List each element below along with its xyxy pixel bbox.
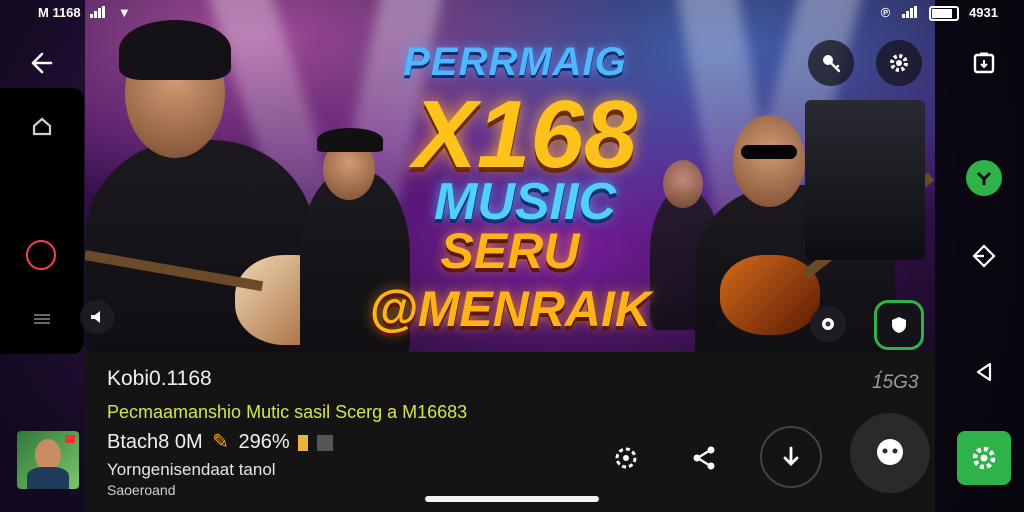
status-right-text: 4931: [969, 5, 998, 20]
poster-line-4: SERU @MENRAIK: [368, 223, 652, 337]
home-icon[interactable]: [26, 110, 58, 142]
menu-lines-icon[interactable]: [26, 302, 58, 334]
stats-value: 296%: [238, 431, 290, 453]
sunglasses: [741, 145, 797, 159]
share-icon[interactable]: [684, 438, 724, 478]
video-title[interactable]: Pecmaamanshio Mutic sasil Scerg a M16683: [107, 402, 467, 423]
nfc-icon: ℗: [880, 5, 891, 20]
video-poster[interactable]: PERRMAIG X168 MUSIIC SERU @MENRAIK: [85, 0, 935, 352]
green-logo-icon[interactable]: [966, 160, 1002, 196]
status-left: M 1168 ▼: [38, 5, 131, 21]
amplifier: [805, 100, 925, 260]
status-right: ℗ 4931: [880, 5, 998, 22]
signal-icon: [90, 6, 106, 21]
pencil-icon: ✎: [212, 431, 229, 453]
sparkle-icon[interactable]: [810, 306, 846, 342]
green-gear-icon[interactable]: [957, 431, 1011, 485]
speaker-icon[interactable]: [80, 300, 114, 334]
poster-line-1: PERRMAIG: [403, 40, 627, 84]
bubble-icon[interactable]: [850, 413, 930, 493]
download-icon[interactable]: [760, 426, 822, 488]
key-icon[interactable]: [808, 40, 854, 86]
singer-right-head: [733, 115, 805, 207]
stats-label: Btach8 0M: [107, 431, 203, 453]
video-duration: 1́5G3: [872, 372, 919, 393]
gear-icon[interactable]: [876, 40, 922, 86]
hair: [119, 20, 231, 80]
left-sidebar: [0, 88, 84, 354]
effects-icon[interactable]: [606, 438, 646, 478]
video-description-2: Saoeroand: [107, 482, 176, 498]
back-arrow-icon[interactable]: [22, 44, 60, 82]
battery-icon: [929, 6, 960, 22]
signal-bars-icon: [901, 6, 918, 21]
diamond-icon[interactable]: [966, 238, 1002, 274]
video-description: Yorngenisendaat tanol: [107, 460, 276, 479]
home-indicator[interactable]: [425, 496, 599, 502]
status-left-text: M 1168: [38, 5, 81, 20]
app-screen: PERRMAIG X168 MUSIIC SERU @MENRAIK M 116…: [0, 0, 1024, 512]
clipboard-icon[interactable]: [966, 44, 1002, 80]
shield-status-icon: ▼: [117, 5, 131, 20]
avatar-badge-icon: [65, 435, 75, 443]
status-bar: M 1168 ▼ ℗ 4931: [0, 0, 1024, 28]
creator-avatar[interactable]: [17, 431, 79, 489]
channel-name[interactable]: Kobi0.1168: [107, 367, 212, 391]
video-stats: Btach8 0M ✎ 296%: [107, 429, 333, 454]
avatar-shirt: [27, 467, 69, 489]
play-back-triangle-icon[interactable]: [966, 354, 1002, 390]
tag-icon: [298, 434, 309, 451]
record-circle-icon[interactable]: [26, 240, 56, 270]
badge-icon: [316, 434, 333, 451]
shield-icon[interactable]: [874, 300, 924, 350]
